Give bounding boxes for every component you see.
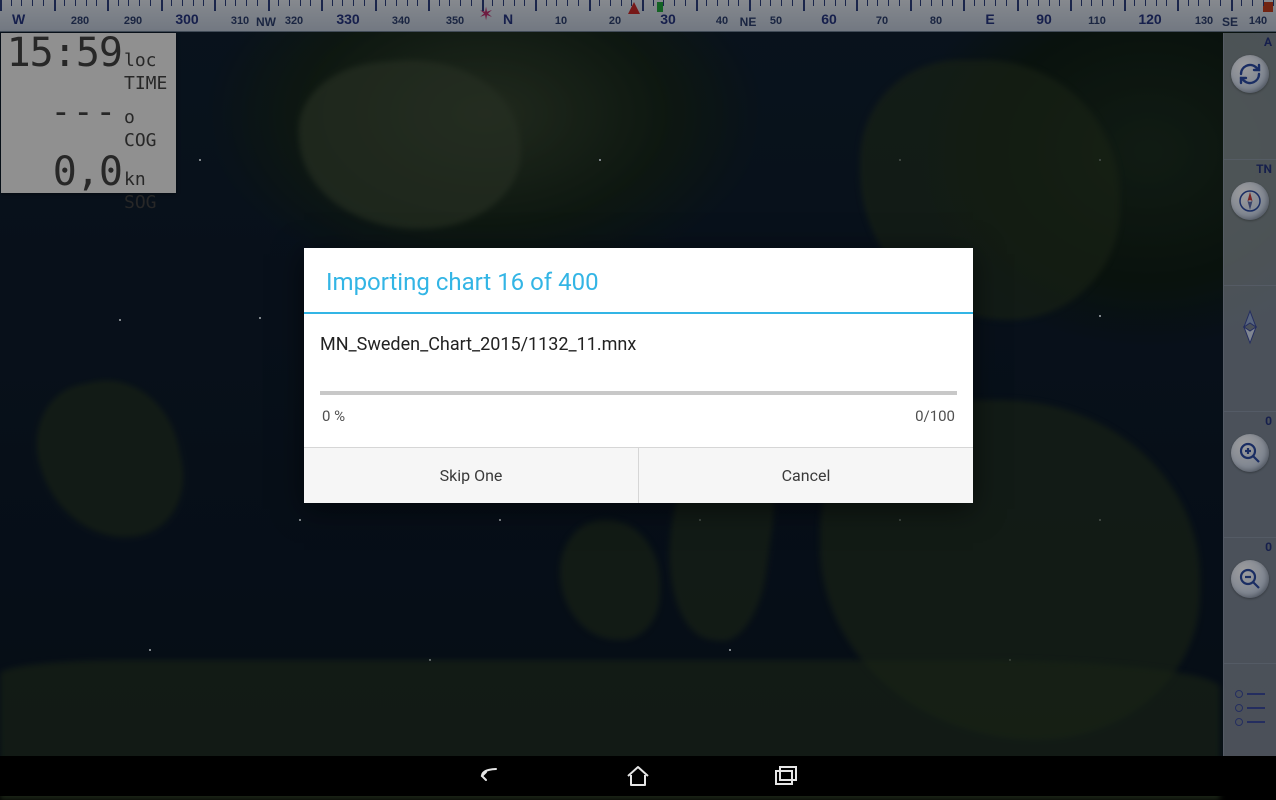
progress-bar — [320, 391, 957, 395]
import-dialog: Importing chart 16 of 400 MN_Sweden_Char… — [304, 248, 973, 503]
back-button[interactable] — [476, 762, 504, 790]
skip-one-button[interactable]: Skip One — [304, 448, 638, 503]
progress-count: 0/100 — [915, 407, 955, 425]
dialog-title: Importing chart 16 of 400 — [304, 248, 973, 314]
cancel-button[interactable]: Cancel — [638, 448, 973, 503]
android-navbar — [0, 756, 1276, 796]
import-filename: MN_Sweden_Chart_2015/1132_11.mnx — [320, 334, 957, 355]
dialog-actions: Skip One Cancel — [304, 447, 973, 503]
progress-percent: 0 % — [322, 407, 345, 425]
home-button[interactable] — [624, 762, 652, 790]
recent-apps-button[interactable] — [772, 762, 800, 790]
progress-meta: 0 % 0/100 — [320, 395, 957, 439]
dialog-body: MN_Sweden_Chart_2015/1132_11.mnx 0 % 0/1… — [304, 314, 973, 447]
app-root: ✶ W NW N NE E SE 300 330 30 60 90 120 28… — [0, 0, 1276, 756]
